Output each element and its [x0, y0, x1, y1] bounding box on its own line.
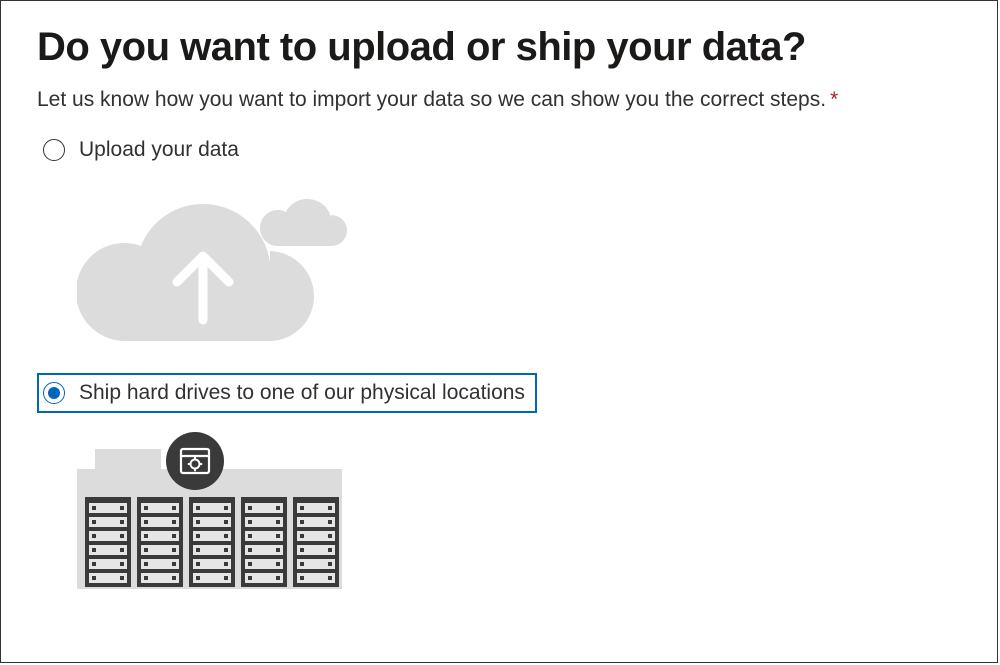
instruction-text: Let us know how you want to import your …: [37, 88, 961, 112]
instruction-text-content: Let us know how you want to import your …: [37, 88, 826, 111]
radio-ship[interactable]: [43, 382, 65, 404]
option-ship[interactable]: Ship hard drives to one of our physical …: [37, 373, 537, 413]
datacenter-icon: [77, 419, 961, 599]
page-title: Do you want to upload or ship your data?: [37, 25, 961, 70]
cloud-upload-icon: [77, 180, 961, 365]
radio-upload[interactable]: [43, 139, 65, 161]
option-ship-label: Ship hard drives to one of our physical …: [79, 381, 525, 405]
option-upload[interactable]: Upload your data: [37, 130, 961, 170]
import-data-panel: Do you want to upload or ship your data?…: [0, 0, 998, 663]
option-upload-label: Upload your data: [79, 138, 239, 162]
required-asterisk: *: [830, 88, 838, 111]
